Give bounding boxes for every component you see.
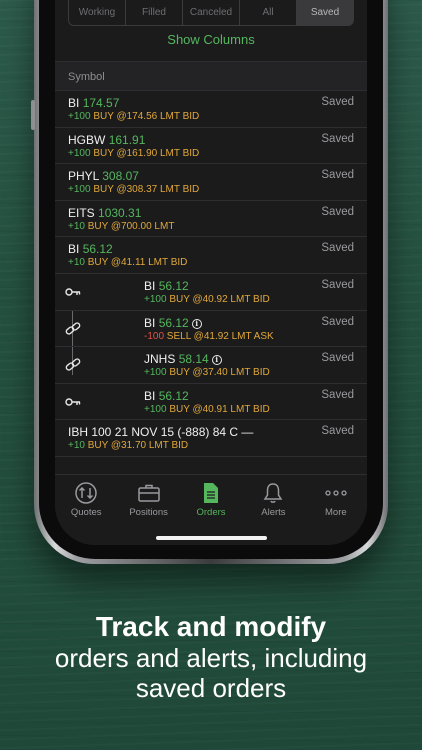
home-indicator[interactable] — [156, 536, 267, 540]
order-action: BUY @700.00 LMT — [87, 220, 175, 232]
tab-alerts[interactable]: Alerts — [242, 475, 304, 545]
order-price: 56.12 — [158, 315, 189, 330]
order-price: 1030.31 — [98, 205, 142, 220]
order-status: Saved — [321, 132, 354, 145]
order-status: Saved — [321, 352, 354, 365]
segment-filled[interactable]: Filled — [126, 0, 183, 25]
order-quantity: +100 — [68, 111, 91, 122]
tab-orders[interactable]: Orders — [180, 475, 242, 545]
order-quantity: +100 — [144, 367, 167, 379]
segment-working[interactable]: Working — [69, 0, 126, 25]
caption-line-2: orders and alerts, including — [54, 643, 368, 673]
briefcase-icon — [137, 484, 160, 502]
order-symbol: JNHS — [144, 352, 176, 367]
info-icon[interactable]: i — [191, 318, 202, 329]
segment-all[interactable]: All — [240, 0, 297, 25]
order-row[interactable]: IBH 100 21 NOV 15 (-888) 84 C — +10 BUY … — [55, 420, 367, 457]
order-quantity: +100 — [144, 403, 167, 415]
order-price: 56.12 — [158, 388, 189, 403]
bell-icon — [264, 483, 283, 503]
order-symbol: HGBW — [68, 132, 106, 147]
order-action: BUY @161.90 LMT BID — [93, 147, 200, 159]
order-symbol: EITS — [68, 205, 95, 220]
order-quantity: +10 — [68, 220, 85, 232]
order-symbol: BI — [144, 278, 156, 293]
symbol-column-header: Symbol — [55, 61, 367, 91]
quotes-icon — [75, 482, 97, 504]
volume-button — [31, 100, 35, 130]
more-dots-icon — [325, 490, 347, 496]
order-status: Saved — [321, 425, 354, 438]
tab-label: Orders — [196, 507, 226, 518]
order-status: Saved — [321, 96, 354, 108]
order-quantity: +100 — [68, 184, 91, 196]
order-row[interactable]: EITS 1030.31 +10 BUY @700.00 LMT Saved — [55, 201, 367, 238]
order-symbol: BI — [144, 315, 156, 330]
key-icon — [65, 288, 81, 296]
order-action: SELL @41.92 LMT ASK — [166, 330, 274, 342]
order-symbol: PHYL — [68, 169, 99, 184]
order-price: 56.12 — [82, 242, 113, 257]
tab-label: Positions — [129, 507, 168, 518]
order-symbol: IBH 100 21 NOV 15 (-888) 84 C — — [68, 425, 254, 440]
order-price: 161.91 — [108, 132, 146, 147]
order-action: BUY @174.56 LMT BID — [93, 111, 200, 122]
order-row[interactable]: BI 56.12 +100 BUY @40.92 LMT BID Saved — [55, 274, 367, 311]
order-status: Saved — [321, 278, 354, 291]
key-icon — [65, 398, 81, 406]
order-status: Saved — [321, 205, 354, 218]
order-price: 58.14 — [178, 352, 209, 367]
order-row[interactable]: BI 56.12 +100 BUY @40.91 LMT BID Saved — [55, 384, 367, 421]
order-quantity: +100 — [68, 147, 91, 159]
caption-line-3: saved orders — [135, 673, 287, 703]
order-action: BUY @31.70 LMT BID — [87, 440, 189, 452]
order-symbol: BI — [68, 96, 80, 110]
order-quantity: +100 — [144, 293, 167, 305]
order-action: BUY @40.91 LMT BID — [169, 403, 270, 415]
order-filter-segment: Working Filled Canceled All Saved — [68, 0, 354, 26]
order-status: Saved — [321, 388, 354, 401]
order-status: Saved — [321, 315, 354, 328]
order-quantity: +10 — [68, 440, 85, 452]
order-quantity: -100 — [144, 330, 165, 342]
order-row[interactable]: BI 174.57 +100 BUY @174.56 LMT BID Saved — [55, 91, 367, 128]
order-quantity: +10 — [68, 257, 85, 269]
order-row[interactable]: HGBW 161.91 +100 BUY @161.90 LMT BID Sav… — [55, 128, 367, 165]
order-row[interactable]: JNHS 58.14 i +100 BUY @37.40 LMT BID Save… — [55, 347, 367, 384]
order-status: Saved — [321, 169, 354, 182]
link-icon — [65, 358, 81, 371]
app-screen: Working Filled Canceled All Saved Show C… — [55, 0, 367, 545]
tab-label: Quotes — [70, 507, 102, 518]
document-icon — [204, 483, 219, 503]
order-row[interactable]: BI 56.12 +10 BUY @41.11 LMT BID Saved — [55, 237, 367, 274]
caption-headline: Track and modify — [95, 611, 327, 642]
order-symbol: BI — [144, 388, 156, 403]
order-row[interactable]: PHYL 308.07 +100 BUY @308.37 LMT BID Sav… — [55, 164, 367, 201]
order-action: BUY @37.40 LMT BID — [169, 367, 270, 379]
order-price: 174.57 — [82, 96, 120, 110]
tab-positions[interactable]: Positions — [117, 475, 179, 545]
tab-bar: Quotes Positions Orders Alerts More — [55, 474, 367, 545]
order-row[interactable]: BI 56.12 i -100 SELL @41.92 LMT ASK Saved — [55, 311, 367, 348]
segment-canceled[interactable]: Canceled — [183, 0, 240, 25]
info-icon[interactable]: i — [211, 355, 222, 366]
order-action: BUY @40.92 LMT BID — [169, 293, 270, 305]
tab-label: More — [325, 507, 347, 518]
orders-list: BI 174.57 +100 BUY @174.56 LMT BID Saved… — [55, 91, 367, 457]
tab-label: Alerts — [261, 507, 286, 518]
order-action: BUY @308.37 LMT BID — [93, 184, 200, 196]
order-price: 308.07 — [102, 169, 139, 184]
segment-saved[interactable]: Saved — [297, 0, 353, 25]
tab-quotes[interactable]: Quotes — [55, 475, 117, 545]
order-symbol: BI — [68, 242, 80, 257]
order-price: 56.12 — [158, 278, 189, 293]
show-columns-button[interactable]: Show Columns — [55, 32, 367, 47]
tab-more[interactable]: More — [305, 475, 367, 545]
order-action: BUY @41.11 LMT BID — [87, 257, 188, 269]
link-icon — [65, 321, 81, 335]
order-status: Saved — [321, 242, 354, 255]
